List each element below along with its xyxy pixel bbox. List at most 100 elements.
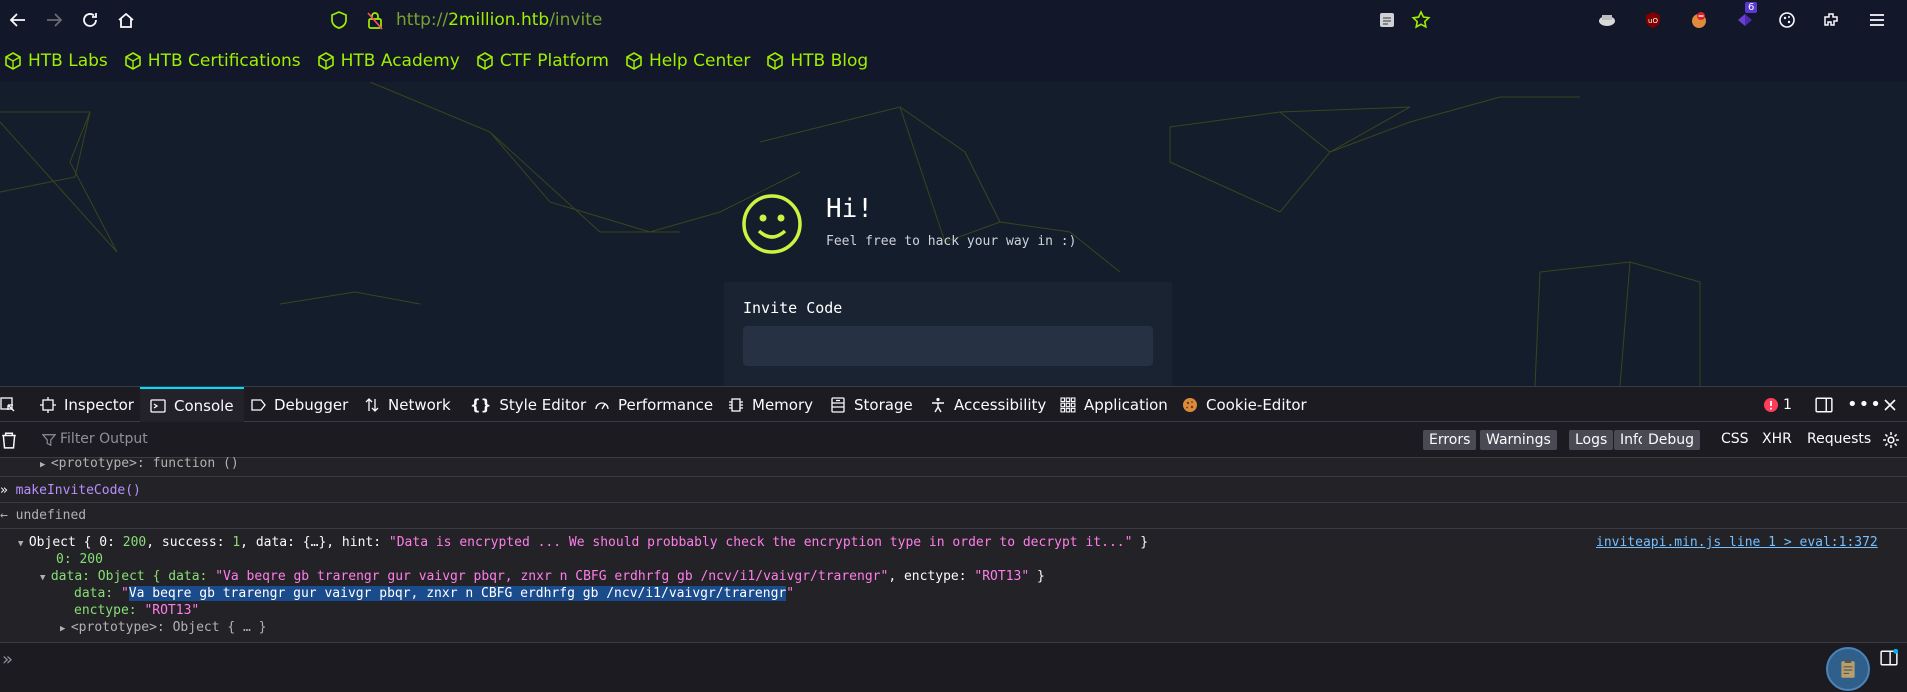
selected-encrypted-text[interactable]: Va beqre gb trarengr gur vaivgr pbqr, zn…: [128, 586, 787, 601]
cookie-extension-icon[interactable]: [1686, 7, 1712, 33]
console-settings-gear-icon[interactable]: [1882, 431, 1900, 449]
home-button[interactable]: [112, 6, 140, 34]
split-console-icon[interactable]: [1880, 649, 1898, 667]
bookmark-label: HTB Academy: [340, 51, 460, 71]
bookmark-htb-blog[interactable]: HTB Blog: [766, 51, 868, 71]
tab-memory[interactable]: Memory: [728, 387, 813, 422]
error-count: 1: [1783, 396, 1792, 413]
console-source-link[interactable]: inviteapi.min.js line 1 > eval:1:372: [1596, 535, 1878, 550]
extensions-puzzle-icon[interactable]: [1818, 7, 1844, 33]
tab-label: Inspector: [64, 395, 134, 414]
bookmark-htb-academy[interactable]: HTB Academy: [317, 51, 460, 71]
tab-label: Style Editor: [499, 395, 587, 414]
console-icon: [150, 398, 166, 413]
htb-cube-icon: [317, 52, 334, 70]
bookmark-help-center[interactable]: Help Center: [625, 51, 750, 71]
collapse-arrow-icon: ▼: [40, 573, 51, 583]
bookmark-star-icon[interactable]: [1408, 7, 1434, 33]
tab-label: Application: [1084, 395, 1168, 414]
console-prop-prototype-object[interactable]: ▶ <prototype>: Object { … }: [60, 620, 267, 635]
tab-style-editor[interactable]: {} Style Editor: [470, 387, 586, 422]
reader-view-icon[interactable]: [1374, 7, 1400, 33]
error-count-indicator[interactable]: 1: [1763, 387, 1792, 422]
bookmark-htb-labs[interactable]: HTB Labs: [4, 51, 108, 71]
reload-button[interactable]: [76, 6, 104, 34]
tab-performance[interactable]: Performance: [594, 387, 713, 422]
htb-cube-icon: [5, 52, 21, 70]
tracking-protection-shield-icon[interactable]: [326, 7, 352, 33]
extension-badge: 6: [1745, 2, 1758, 13]
filter-css-button[interactable]: CSS: [1721, 431, 1749, 447]
tab-label: Memory: [752, 395, 814, 414]
close-devtools-button[interactable]: [1882, 387, 1898, 422]
bookmark-ctf-platform[interactable]: CTF Platform: [476, 51, 609, 71]
filter-funnel-icon: [42, 434, 56, 447]
console-command-entry: » makeInviteCode(): [0, 483, 141, 498]
element-picker-icon: [0, 396, 15, 411]
tab-console[interactable]: Console: [140, 387, 244, 422]
tab-network[interactable]: Network: [364, 387, 451, 422]
back-button[interactable]: [4, 6, 32, 34]
ellipsis-icon: •••: [1847, 394, 1882, 415]
purple-extension-icon[interactable]: 6: [1732, 2, 1758, 33]
element-picker-button[interactable]: [0, 387, 24, 422]
tab-inspector[interactable]: Inspector: [40, 387, 134, 422]
url-bar[interactable]: http://2million.htb/invite: [396, 6, 602, 34]
close-icon: [1884, 398, 1896, 411]
inspector-icon: [40, 396, 56, 413]
console-object-summary[interactable]: ▼ Object { 0: 200, success: 1, data: {…}…: [18, 535, 1148, 550]
tab-cookie-editor[interactable]: Cookie-Editor: [1182, 387, 1307, 422]
insecure-lock-icon[interactable]: [362, 7, 388, 33]
console-line-prototype[interactable]: ▶ <prototype>: function (): [40, 456, 239, 471]
clipboard-extension-icon[interactable]: [1826, 647, 1870, 691]
bookmark-label: HTB Blog: [790, 51, 869, 71]
performance-gauge-icon: [595, 401, 609, 409]
back-arrow-icon: [9, 13, 25, 27]
invite-code-input[interactable]: [743, 326, 1153, 366]
invite-form: Invite Code: [724, 282, 1172, 386]
tab-application[interactable]: Application: [1060, 387, 1168, 422]
filter-xhr-button[interactable]: XHR: [1762, 431, 1792, 447]
result-arrow-icon: ←: [0, 508, 8, 523]
extension-htb-icon[interactable]: [1594, 7, 1620, 33]
accessibility-person-icon: [932, 397, 944, 412]
tab-accessibility[interactable]: Accessibility: [930, 387, 1046, 422]
htb-cube-icon: [477, 52, 493, 70]
filter-requests-button[interactable]: Requests: [1807, 431, 1871, 447]
command-text: makeInviteCode(): [15, 483, 141, 498]
console-output: ▶ <prototype>: function () » makeInviteC…: [0, 456, 1907, 642]
input-chevron-icon: »: [2, 649, 14, 670]
dock-options-button[interactable]: [1815, 387, 1833, 422]
application-grid-icon: [1060, 396, 1076, 412]
tab-label: Console: [174, 396, 234, 415]
filter-logs-button[interactable]: Logs: [1569, 430, 1614, 450]
htb-cube-icon: [767, 52, 784, 70]
filter-debug-button[interactable]: Debug: [1642, 430, 1701, 450]
devtools-more-button[interactable]: •••: [1847, 387, 1882, 422]
filter-output-input[interactable]: Filter Output: [60, 431, 148, 447]
tab-label: Storage: [854, 395, 913, 414]
trash-clear-icon[interactable]: [0, 431, 18, 449]
home-icon: [118, 12, 134, 28]
tab-storage[interactable]: Storage: [830, 387, 913, 422]
tab-debugger[interactable]: Debugger: [250, 387, 348, 422]
console-filter-bar: Filter Output Errors Warnings Logs Info …: [0, 422, 1907, 458]
cookie-editor-toolbar-icon[interactable]: [1774, 7, 1800, 33]
console-input[interactable]: »: [0, 642, 1907, 692]
ublock-origin-icon[interactable]: uO: [1640, 7, 1666, 33]
smiley-face-icon: [742, 194, 802, 254]
console-prop-data-object[interactable]: ▼ data: Object { data: "Va beqre gb trar…: [40, 569, 1045, 584]
bookmark-htb-certifications[interactable]: HTB Certifications: [124, 51, 301, 71]
tab-label: Performance: [618, 395, 714, 414]
forward-button[interactable]: [40, 6, 68, 34]
error-icon: [1764, 397, 1778, 412]
expand-arrow-icon: ▶: [60, 624, 71, 634]
greeting-heading: Hi!: [826, 194, 873, 224]
filter-errors-button[interactable]: Errors: [1423, 430, 1477, 450]
bookmark-label: Help Center: [648, 51, 751, 71]
hamburger-menu-icon[interactable]: [1864, 7, 1890, 33]
browser-toolbar: http://2million.htb/invite uO 6: [0, 0, 1907, 40]
filter-warnings-button[interactable]: Warnings: [1480, 430, 1557, 450]
storage-icon: [831, 396, 845, 413]
forward-arrow-icon: [47, 13, 63, 27]
